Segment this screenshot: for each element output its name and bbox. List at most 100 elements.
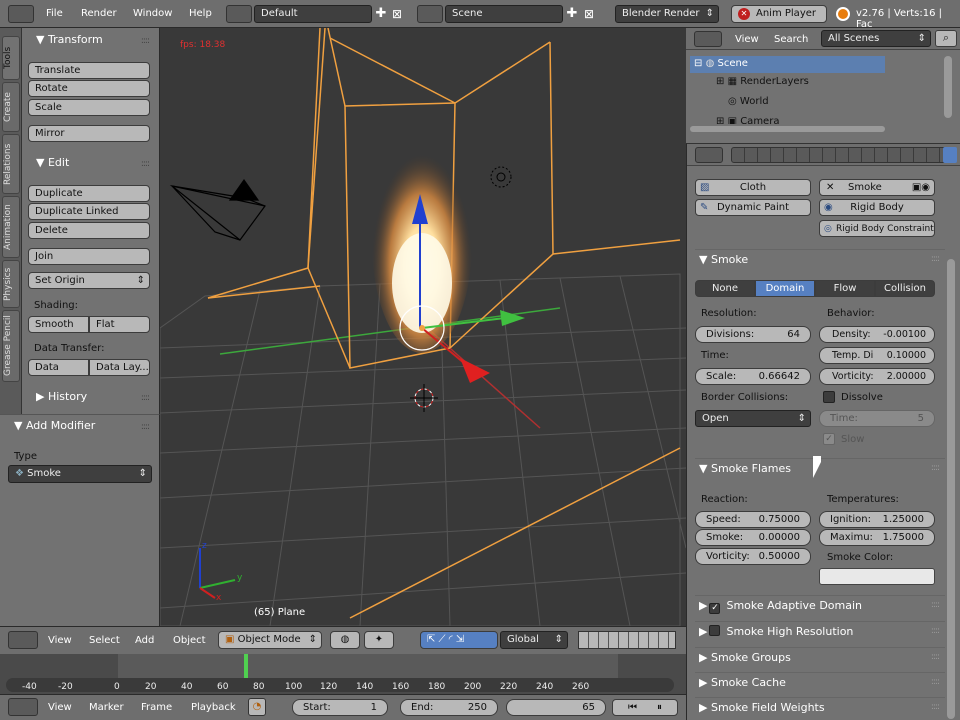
adaptive-domain-checkbox[interactable]: ✓ <box>709 603 721 614</box>
dynamic-paint-button[interactable]: ✎ Dynamic Paint <box>695 199 811 216</box>
viewport-editor-icon[interactable] <box>8 631 38 649</box>
flame-speed-field[interactable]: Speed: 0.75000 <box>695 511 811 528</box>
scene-field[interactable]: Scene <box>445 5 563 23</box>
tab-grease-pencil[interactable]: Grease Pencil <box>2 310 20 382</box>
scale-button[interactable]: Scale <box>28 99 150 116</box>
lamp-icon[interactable] <box>490 166 512 188</box>
viewport-add-menu[interactable]: Add <box>135 635 154 646</box>
menu-render[interactable]: Render <box>81 8 117 19</box>
viewport-view-menu[interactable]: View <box>48 635 72 646</box>
tab-tools[interactable]: Tools <box>2 36 20 80</box>
outliner-editor-icon[interactable] <box>694 31 722 47</box>
context-tab-icons[interactable] <box>731 147 957 163</box>
temp-diff-field[interactable]: Temp. Di 0.10000 <box>819 347 935 364</box>
data-button[interactable]: Data <box>28 359 89 376</box>
screen-layout-icon[interactable] <box>226 5 252 23</box>
preview-range-icon[interactable]: ◔ <box>248 698 266 716</box>
outliner-scrollbar[interactable] <box>944 56 952 118</box>
rigid-body-constraint-button[interactable]: ◎ Rigid Body Constraint <box>819 220 935 237</box>
time-scale-field[interactable]: Scale: 0.66642 <box>695 368 811 385</box>
vorticity-field[interactable]: Vorticity: 2.00000 <box>819 368 935 385</box>
drag-handle-icon[interactable]: :::: <box>931 652 940 662</box>
smoke-type-flow[interactable]: Flow <box>815 280 875 297</box>
smooth-button[interactable]: Smooth <box>28 316 89 333</box>
smoke-physics-button[interactable]: ✕ Smoke ▣◉ <box>819 179 935 196</box>
manipulator-toggle[interactable]: ⇱ ⟋ ◜ ⇲ <box>420 631 498 649</box>
transform-header[interactable]: ▼ Transform <box>36 33 103 46</box>
render-engine-select[interactable]: Blender Render ⇕ <box>615 5 719 23</box>
timeline-playback-menu[interactable]: Playback <box>191 702 236 713</box>
duplicate-linked-button[interactable]: Duplicate Linked <box>28 203 150 220</box>
layer-buttons[interactable] <box>578 631 676 649</box>
drag-handle-icon[interactable]: :::: <box>141 393 150 403</box>
pivot-point-select[interactable]: ✦ <box>364 631 394 649</box>
outliner-row-scene[interactable]: ⊟ ◍ Scene <box>690 56 885 73</box>
outliner-row-camera[interactable]: ⊞ ▣ Camera <box>716 116 779 124</box>
viewport-shading-select[interactable]: ◍ <box>330 631 360 649</box>
smoke-type-collision[interactable]: Collision <box>875 280 935 297</box>
remove-layout-icon[interactable]: ⊠ <box>390 6 404 22</box>
smoke-color-swatch[interactable] <box>819 568 935 585</box>
editor-type-icon[interactable] <box>8 5 34 23</box>
divisions-field[interactable]: Divisions: 64 <box>695 326 811 343</box>
screen-layout-field[interactable]: Default <box>254 5 372 23</box>
flame-smoke-field[interactable]: Smoke: 0.00000 <box>695 529 811 546</box>
drag-handle-icon[interactable]: :::: <box>931 254 940 264</box>
viewport-select-menu[interactable]: Select <box>89 635 120 646</box>
menu-help[interactable]: Help <box>189 8 212 19</box>
playback-controls[interactable]: ⏮ ⏸ <box>612 699 678 716</box>
drag-handle-icon[interactable]: :::: <box>931 463 940 473</box>
flat-button[interactable]: Flat <box>89 316 150 333</box>
high-resolution-checkbox[interactable] <box>709 625 721 636</box>
physics-tab-icon[interactable] <box>943 147 957 163</box>
data-layers-button[interactable]: Data Lay... <box>89 359 150 376</box>
rigid-body-button[interactable]: ◉ Rigid Body <box>819 199 935 216</box>
drag-handle-icon[interactable]: :::: <box>141 159 150 169</box>
mode-select[interactable]: ▣ Object Mode ⇕ <box>218 631 322 649</box>
smoke-high-resolution-header[interactable]: ▶ Smoke High Resolution:::: <box>695 621 945 641</box>
drag-handle-icon[interactable]: :::: <box>931 677 940 687</box>
3d-viewport[interactable]: z y x fps: 18.38 (65) Plane <box>160 28 686 626</box>
ignition-field[interactable]: Ignition: 1.25000 <box>819 511 935 528</box>
add-scene-icon[interactable]: ✚ <box>565 6 579 22</box>
translate-button[interactable]: Translate <box>28 62 150 79</box>
join-button[interactable]: Join <box>28 248 150 265</box>
outliner-filter-select[interactable]: All Scenes ⇕ <box>821 30 931 47</box>
outliner-row-renderlayers[interactable]: ⊞ ▦ RenderLayers <box>716 76 809 87</box>
properties-editor-icon[interactable] <box>695 147 723 163</box>
duplicate-button[interactable]: Duplicate <box>28 185 150 202</box>
tab-physics[interactable]: Physics <box>2 260 20 308</box>
outliner-view-menu[interactable]: View <box>735 34 759 45</box>
cloth-button[interactable]: ▨ Cloth <box>695 179 811 196</box>
flame-vorticity-field[interactable]: Vorticity: 0.50000 <box>695 548 811 565</box>
tab-relations[interactable]: Relations <box>2 134 20 194</box>
timeline-frame-menu[interactable]: Frame <box>141 702 172 713</box>
scene-icon[interactable] <box>417 5 443 23</box>
drag-handle-icon[interactable]: :::: <box>931 600 940 610</box>
smoke-groups-header[interactable]: ▶ Smoke Groups:::: <box>695 647 945 667</box>
drag-handle-icon[interactable]: :::: <box>931 626 940 636</box>
end-frame-field[interactable]: End: 250 <box>400 699 498 716</box>
dissolve-time-field[interactable]: Time: 5 <box>819 410 935 427</box>
timeline-marker-menu[interactable]: Marker <box>89 702 124 713</box>
smoke-cache-header[interactable]: ▶ Smoke Cache:::: <box>695 672 945 692</box>
modifier-type-select[interactable]: ❖ Smoke ⇕ <box>8 465 152 483</box>
outliner-row-world[interactable]: ◎ World <box>728 96 769 107</box>
viewport-object-menu[interactable]: Object <box>173 635 206 646</box>
properties-scrollbar[interactable] <box>947 259 955 719</box>
edit-header[interactable]: ▼ Edit <box>36 156 69 169</box>
drag-handle-icon[interactable]: :::: <box>141 36 150 46</box>
slow-checkbox[interactable]: ✓ <box>823 433 835 445</box>
add-layout-icon[interactable]: ✚ <box>374 6 388 22</box>
drag-handle-icon[interactable]: :::: <box>141 422 150 432</box>
drag-handle-icon[interactable]: :::: <box>931 702 940 712</box>
tab-animation[interactable]: Animation <box>2 196 20 258</box>
menu-window[interactable]: Window <box>133 8 172 19</box>
history-header[interactable]: ▶ History <box>36 390 87 403</box>
rotate-button[interactable]: Rotate <box>28 80 150 97</box>
outliner-search-menu[interactable]: Search <box>774 34 808 45</box>
search-icon[interactable]: ⌕ <box>935 30 957 47</box>
menu-file[interactable]: File <box>46 8 63 19</box>
timeline[interactable]: -40 -20 0 20 40 60 80 100 120 140 160 18… <box>0 654 686 694</box>
timeline-editor-icon[interactable] <box>8 698 38 716</box>
